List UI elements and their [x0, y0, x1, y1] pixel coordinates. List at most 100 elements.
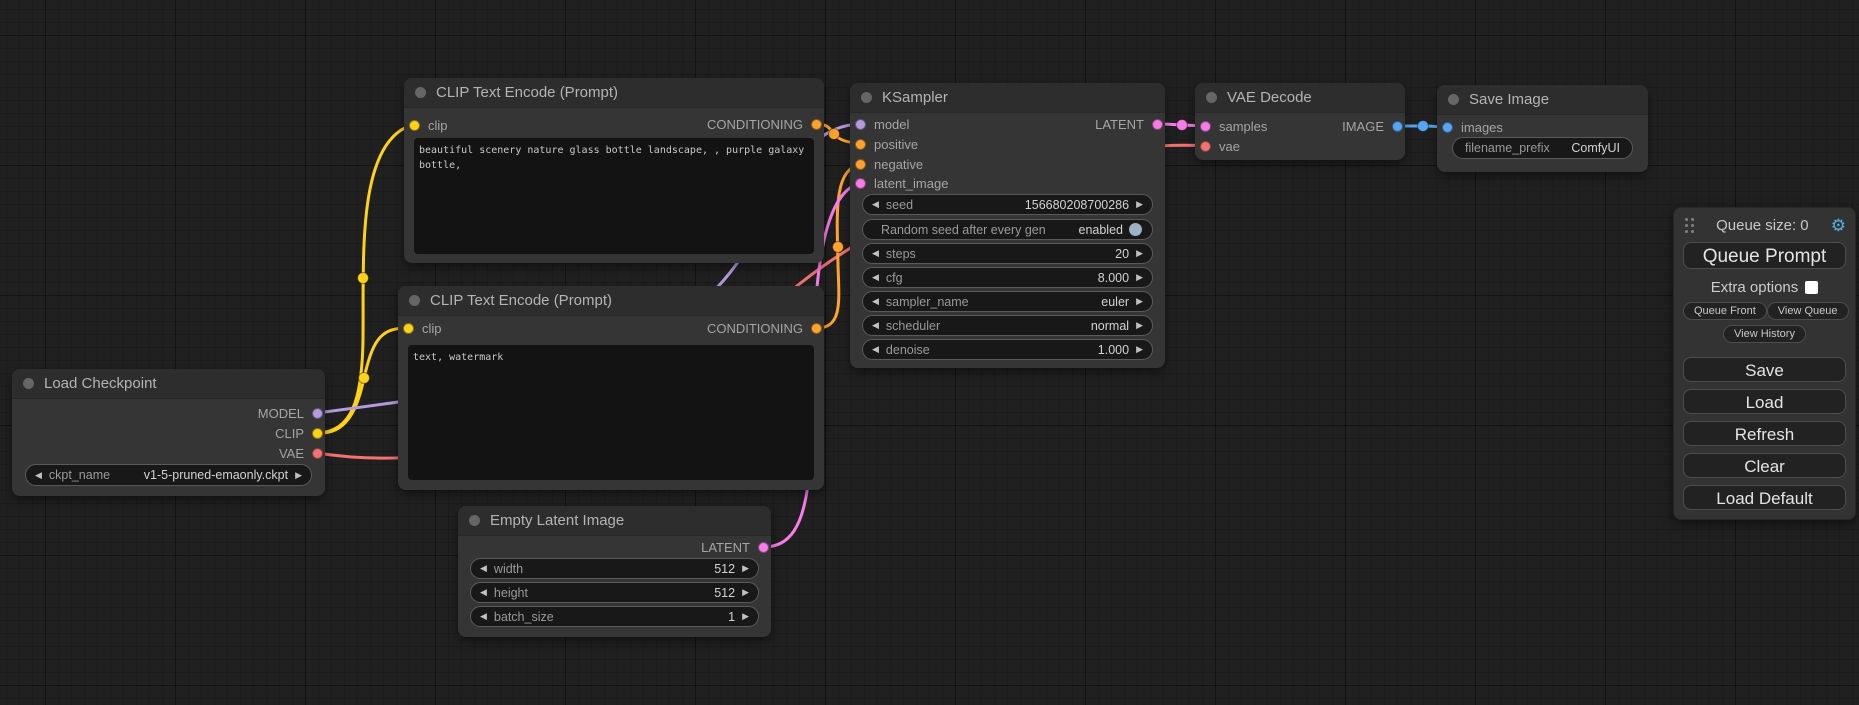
decrement-arrow-icon[interactable]: ◀ — [480, 563, 487, 574]
ckpt-name-widget[interactable]: ◀ ckpt_name v1-5-pruned-emaonly.ckpt ▶ — [25, 464, 312, 486]
input-slot-vae[interactable]: vae — [1200, 136, 1240, 156]
clip-input-dot[interactable] — [403, 323, 414, 334]
decrement-arrow-icon[interactable]: ◀ — [872, 320, 879, 331]
toggle-indicator[interactable] — [1129, 223, 1142, 236]
node-title-bar[interactable]: VAE Decode — [1195, 83, 1405, 113]
refresh-button[interactable]: Refresh — [1683, 421, 1846, 446]
link-midpoint-dot[interactable] — [829, 129, 840, 140]
node-ksampler[interactable]: KSampler model positive negative latent_… — [850, 83, 1165, 368]
batch-size-widget[interactable]: ◀ batch_size 1 ▶ — [470, 606, 759, 627]
queue-prompt-button[interactable]: Queue Prompt — [1683, 242, 1846, 269]
cfg-widget[interactable]: ◀ cfg 8.000 ▶ — [862, 267, 1153, 288]
decrement-arrow-icon[interactable]: ◀ — [872, 296, 879, 307]
latent-output-dot[interactable] — [758, 542, 769, 553]
increment-arrow-icon[interactable]: ▶ — [742, 563, 749, 574]
queue-panel[interactable]: Queue size: 0 ⚙ Queue Prompt Extra optio… — [1673, 207, 1856, 520]
output-slot-latent[interactable]: LATENT — [1095, 114, 1163, 134]
steps-widget[interactable]: ◀ steps 20 ▶ — [862, 243, 1153, 264]
scheduler-widget[interactable]: ◀ scheduler normal ▶ — [862, 315, 1153, 336]
sampler-name-widget[interactable]: ◀ sampler_name euler ▶ — [862, 291, 1153, 312]
view-queue-button[interactable]: View Queue — [1767, 302, 1849, 320]
prompt-textarea[interactable]: text, watermark — [408, 345, 814, 480]
node-title-bar[interactable]: Save Image — [1437, 85, 1648, 115]
input-slot-positive[interactable]: positive — [855, 134, 918, 154]
conditioning-input-dot[interactable] — [855, 139, 866, 150]
random-seed-toggle-widget[interactable]: Random seed after every gen enabled — [862, 219, 1153, 240]
save-button[interactable]: Save — [1683, 357, 1846, 382]
node-empty-latent-image[interactable]: Empty Latent Image LATENT ◀ width 512 ▶ … — [458, 506, 771, 637]
link-midpoint-dot[interactable] — [833, 242, 844, 253]
decrement-arrow-icon[interactable]: ◀ — [480, 587, 487, 598]
output-slot-vae[interactable]: VAE — [279, 443, 323, 463]
decrement-arrow-icon[interactable]: ◀ — [872, 272, 879, 283]
output-slot-latent[interactable]: LATENT — [701, 537, 769, 557]
decrement-arrow-icon[interactable]: ◀ — [35, 470, 42, 481]
link-midpoint-dot[interactable] — [358, 273, 369, 284]
model-input-dot[interactable] — [855, 119, 866, 130]
output-slot-conditioning[interactable]: CONDITIONING — [707, 114, 822, 134]
node-graph-canvas[interactable]: Load Checkpoint MODEL CLIP VAE ◀ ckpt_na… — [0, 0, 1859, 705]
latent-output-dot[interactable] — [1152, 119, 1163, 130]
link-midpoint-dot[interactable] — [1418, 121, 1429, 132]
height-widget[interactable]: ◀ height 512 ▶ — [470, 582, 759, 603]
increment-arrow-icon[interactable]: ▶ — [1136, 320, 1143, 331]
input-slot-model[interactable]: model — [855, 114, 909, 134]
node-vae-decode[interactable]: VAE Decode samples vae IMAGE — [1195, 83, 1405, 160]
increment-arrow-icon[interactable]: ▶ — [295, 470, 302, 481]
denoise-widget[interactable]: ◀ denoise 1.000 ▶ — [862, 339, 1153, 360]
prompt-textarea[interactable]: beautiful scenery nature glass bottle la… — [414, 138, 814, 254]
seed-widget[interactable]: ◀ seed 156680208700286 ▶ — [862, 194, 1153, 215]
output-slot-conditioning[interactable]: CONDITIONING — [707, 318, 822, 338]
drag-handle-icon[interactable] — [1685, 218, 1694, 233]
decrement-arrow-icon[interactable]: ◀ — [872, 344, 879, 355]
latent-input-dot[interactable] — [1200, 121, 1211, 132]
width-widget[interactable]: ◀ width 512 ▶ — [470, 558, 759, 579]
image-output-dot[interactable] — [1392, 121, 1403, 132]
conditioning-input-dot[interactable] — [855, 159, 866, 170]
node-load-checkpoint[interactable]: Load Checkpoint MODEL CLIP VAE ◀ ckpt_na… — [12, 369, 325, 496]
clear-button[interactable]: Clear — [1683, 453, 1846, 478]
link-midpoint-dot[interactable] — [359, 373, 370, 384]
node-title-bar[interactable]: CLIP Text Encode (Prompt) — [404, 78, 824, 108]
model-output-dot[interactable] — [312, 408, 323, 419]
vae-output-dot[interactable] — [312, 448, 323, 459]
node-clip-text-encode-positive[interactable]: CLIP Text Encode (Prompt) clip CONDITION… — [404, 78, 824, 263]
output-slot-clip[interactable]: CLIP — [275, 423, 323, 443]
load-button[interactable]: Load — [1683, 389, 1846, 414]
output-slot-model[interactable]: MODEL — [258, 403, 323, 423]
vae-input-dot[interactable] — [1200, 141, 1211, 152]
input-slot-negative[interactable]: negative — [855, 154, 923, 174]
increment-arrow-icon[interactable]: ▶ — [1136, 199, 1143, 210]
extra-options-checkbox[interactable] — [1805, 281, 1818, 294]
input-slot-latent-image[interactable]: latent_image — [855, 173, 948, 193]
decrement-arrow-icon[interactable]: ◀ — [872, 248, 879, 259]
node-clip-text-encode-negative[interactable]: CLIP Text Encode (Prompt) clip CONDITION… — [398, 286, 824, 490]
node-title-bar[interactable]: Empty Latent Image — [458, 506, 771, 536]
input-slot-clip[interactable]: clip — [409, 115, 448, 135]
input-slot-images[interactable]: images — [1442, 117, 1503, 137]
node-save-image[interactable]: Save Image images filename_prefix ComfyU… — [1437, 85, 1648, 172]
node-title-bar[interactable]: CLIP Text Encode (Prompt) — [398, 286, 824, 316]
decrement-arrow-icon[interactable]: ◀ — [480, 611, 487, 622]
input-slot-samples[interactable]: samples — [1200, 116, 1267, 136]
clip-input-dot[interactable] — [409, 120, 420, 131]
conditioning-output-dot[interactable] — [811, 323, 822, 334]
node-title-bar[interactable]: Load Checkpoint — [12, 369, 325, 399]
increment-arrow-icon[interactable]: ▶ — [1136, 272, 1143, 283]
increment-arrow-icon[interactable]: ▶ — [1136, 248, 1143, 259]
increment-arrow-icon[interactable]: ▶ — [742, 611, 749, 622]
image-input-dot[interactable] — [1442, 122, 1453, 133]
node-title-bar[interactable]: KSampler — [850, 83, 1165, 113]
increment-arrow-icon[interactable]: ▶ — [1136, 296, 1143, 307]
increment-arrow-icon[interactable]: ▶ — [742, 587, 749, 598]
link-midpoint-dot[interactable] — [1177, 120, 1188, 131]
settings-gear-icon[interactable]: ⚙ — [1831, 217, 1846, 234]
increment-arrow-icon[interactable]: ▶ — [1136, 344, 1143, 355]
load-default-button[interactable]: Load Default — [1683, 485, 1846, 510]
input-slot-clip[interactable]: clip — [403, 318, 442, 338]
view-history-button[interactable]: View History — [1723, 325, 1806, 343]
output-slot-image[interactable]: IMAGE — [1342, 116, 1403, 136]
filename-prefix-widget[interactable]: filename_prefix ComfyUI — [1452, 137, 1633, 159]
queue-front-button[interactable]: Queue Front — [1683, 302, 1767, 320]
conditioning-output-dot[interactable] — [811, 119, 822, 130]
